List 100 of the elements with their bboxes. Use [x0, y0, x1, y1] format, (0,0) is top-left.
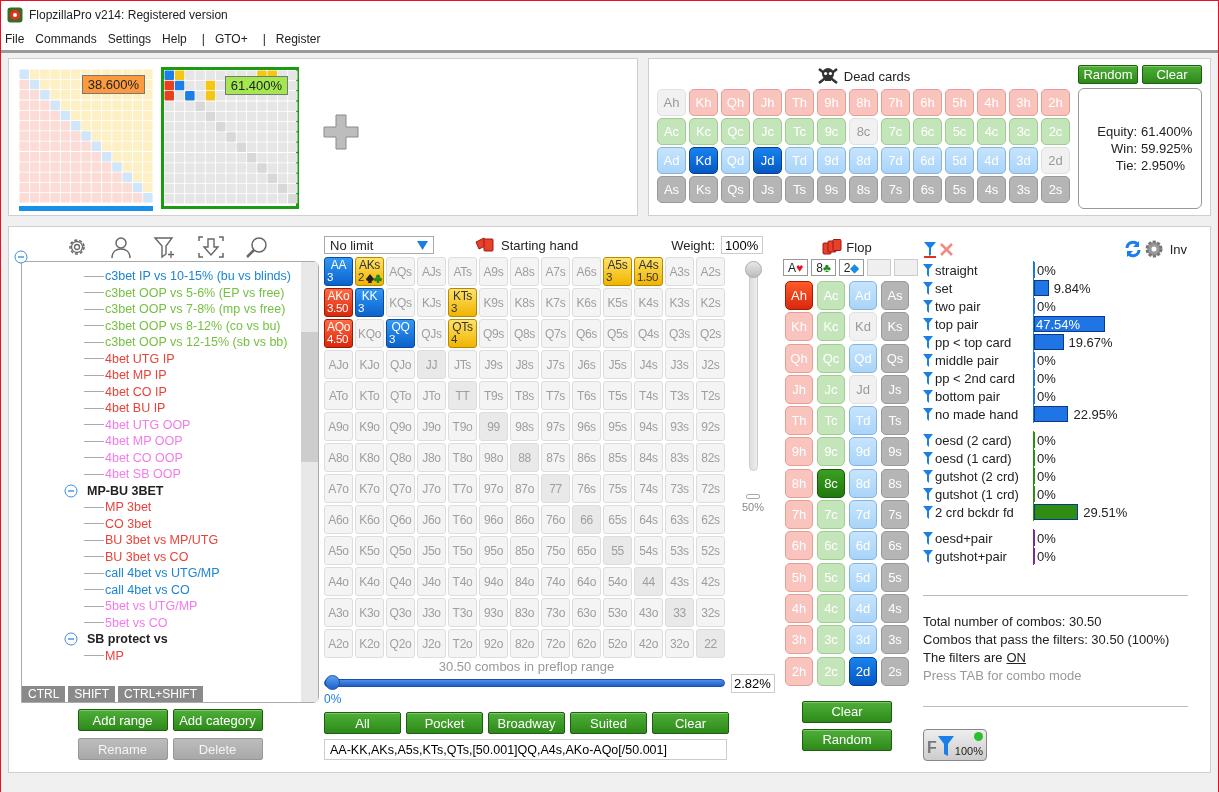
filters-state-link[interactable]: ON	[1006, 649, 1026, 665]
card-button[interactable]: 9s	[881, 437, 909, 467]
hand-cell[interactable]: 52o	[603, 629, 632, 658]
card-button[interactable]: 9h	[785, 437, 813, 467]
card-button[interactable]: Ah	[785, 281, 813, 310]
hand-cell[interactable]: K2o	[355, 629, 384, 658]
person-icon[interactable]	[109, 235, 133, 259]
filter-icon[interactable]	[923, 353, 933, 367]
hand-cell[interactable]: 93o	[479, 598, 508, 627]
hand-cell[interactable]: A6o	[324, 505, 353, 534]
hand-cell[interactable]: T8s	[510, 381, 539, 410]
card-button[interactable]: Qs	[881, 343, 909, 373]
menu-item[interactable]: Register	[275, 32, 328, 46]
card-button[interactable]: Qs	[721, 176, 750, 203]
card-button[interactable]: Ks	[881, 312, 909, 342]
card-button[interactable]: 4s	[881, 593, 909, 623]
card-button[interactable]: 2d	[849, 656, 877, 686]
hand-cell[interactable]: Q6o	[386, 505, 415, 534]
flop-button[interactable]: Random	[802, 728, 892, 751]
hand-cell[interactable]: 75s	[603, 474, 632, 503]
hand-cell[interactable]: 76s	[572, 474, 601, 503]
hand-cell[interactable]: K9s	[479, 288, 508, 317]
range-preset-button[interactable]: Pocket	[406, 712, 483, 734]
hand-cell[interactable]: 97o	[479, 474, 508, 503]
hand-cell[interactable]: 98s	[510, 412, 539, 441]
card-button[interactable]: 2s	[1041, 176, 1070, 203]
tree-range-item[interactable]: c3bet IP vs 10-15% (bu vs blinds)	[105, 269, 291, 284]
tree-range-item[interactable]: CO 3bet	[105, 516, 152, 531]
hand-cell[interactable]: KQs	[386, 288, 415, 317]
hand-cell[interactable]: 43s	[665, 567, 694, 596]
card-button[interactable]: 3s	[881, 625, 909, 655]
menu-item[interactable]: File	[5, 32, 32, 46]
scrollbar[interactable]	[301, 262, 318, 702]
hand-cell[interactable]: K3o	[355, 598, 384, 627]
game-dropdown[interactable]: No limit	[324, 236, 434, 254]
hand-cell[interactable]: A5s 3	[603, 257, 632, 286]
hand-cell[interactable]: A9o	[324, 412, 353, 441]
hand-cell[interactable]: J3s	[665, 350, 694, 379]
card-button[interactable]: 9d	[817, 147, 846, 174]
tree-range-item[interactable]: MP	[105, 648, 124, 663]
hand-cell[interactable]: J6o	[417, 505, 446, 534]
card-button[interactable]: Kc	[817, 312, 845, 342]
hand-cell[interactable]: A2o	[324, 629, 353, 658]
hand-cell[interactable]: T3o	[448, 598, 477, 627]
card-button[interactable]: 9c	[817, 437, 845, 467]
hand-cell[interactable]: 87s	[541, 443, 570, 472]
hand-cell[interactable]: Q5s	[603, 319, 632, 348]
card-button[interactable]: Ad	[849, 281, 877, 310]
card-button[interactable]: 2h	[1041, 89, 1070, 116]
hand-cell[interactable]: 33	[665, 598, 694, 627]
filter-icon[interactable]	[923, 317, 933, 331]
tree-action-button[interactable]: Add category	[172, 709, 263, 731]
hand-cell[interactable]: J5s	[603, 350, 632, 379]
hand-cell[interactable]: T3s	[665, 381, 694, 410]
hand-cell[interactable]: QTo	[386, 381, 415, 410]
hand-cell[interactable]: 87o	[510, 474, 539, 503]
menu-item[interactable]: GTO+	[214, 32, 255, 46]
hand-cell[interactable]: AJs	[417, 257, 446, 286]
hand-cell[interactable]: ATs	[448, 257, 477, 286]
hand-cell[interactable]: J4s	[634, 350, 663, 379]
hand-cell[interactable]: 95o	[479, 536, 508, 565]
card-button[interactable]: 7h	[785, 500, 813, 530]
collapse-toggle[interactable]	[64, 483, 78, 498]
hand-cell[interactable]: KQo	[355, 319, 384, 348]
settings-icon[interactable]	[1144, 240, 1163, 258]
hand-cell[interactable]: A7s	[541, 257, 570, 286]
hand-cell[interactable]: 53s	[665, 536, 694, 565]
hand-cell[interactable]: AQo 4.50	[324, 319, 353, 348]
board-card-slot[interactable]: 8♣	[811, 259, 836, 276]
tree-range-item[interactable]: 4bet UTG OOP	[105, 417, 191, 432]
hand-cell[interactable]: 52s	[696, 536, 725, 565]
hand-cell[interactable]: KK 3	[355, 288, 384, 317]
card-button[interactable]: 5h	[945, 89, 974, 116]
hand-cell[interactable]: 64s	[634, 505, 663, 534]
card-button[interactable]: Td	[785, 147, 814, 174]
range-preset-button[interactable]: All	[324, 712, 401, 734]
hand-cell[interactable]: J9o	[417, 412, 446, 441]
tree-range-item[interactable]: 5bet vs CO	[105, 615, 168, 630]
card-button[interactable]: Ks	[689, 176, 718, 203]
hand-cell[interactable]: J2s	[696, 350, 725, 379]
hand-cell[interactable]: 66	[572, 505, 601, 534]
card-button[interactable]: 8h	[785, 468, 813, 498]
hand-cell[interactable]: KJo	[355, 350, 384, 379]
hand-cell[interactable]: TT	[448, 381, 477, 410]
card-button[interactable]: Jh	[785, 374, 813, 404]
card-button[interactable]: Jd	[753, 147, 782, 174]
filter-icon[interactable]	[923, 433, 933, 447]
hand-cell[interactable]: Q7o	[386, 474, 415, 503]
hand-cell[interactable]: A7o	[324, 474, 353, 503]
card-button[interactable]: 7h	[881, 89, 910, 116]
add-range-plus-icon[interactable]	[323, 114, 359, 150]
menu-item[interactable]: Help	[162, 32, 194, 46]
hand-cell[interactable]: T8o	[448, 443, 477, 472]
hand-cell[interactable]: K7o	[355, 474, 384, 503]
hand-cell[interactable]: K8s	[510, 288, 539, 317]
card-button[interactable]: As	[657, 176, 686, 203]
hand-cell[interactable]: A3s	[665, 257, 694, 286]
card-button[interactable]: Ts	[785, 176, 814, 203]
filter-icon[interactable]	[923, 549, 933, 563]
card-button[interactable]: 9h	[817, 89, 846, 116]
